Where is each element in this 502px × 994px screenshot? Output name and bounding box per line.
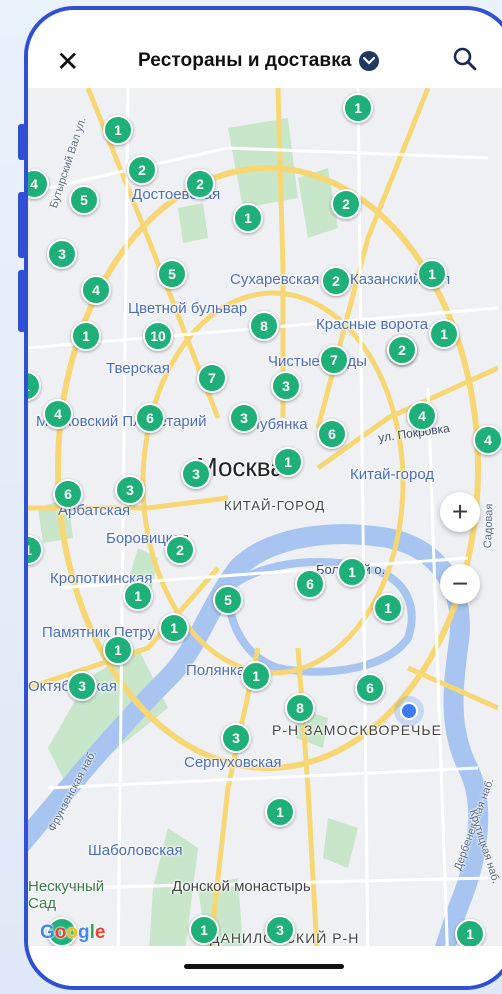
cluster-pin[interactable]: 1 — [103, 115, 133, 145]
cluster-pin[interactable]: 1 — [103, 635, 133, 665]
zoom-in-button[interactable]: + — [440, 492, 480, 532]
map-view[interactable]: Бутырский Вал ул. Достоевская Сухаревска… — [28, 88, 502, 968]
cluster-pin[interactable]: 3 — [115, 475, 145, 505]
phone-frame: ✕ Рестораны и доставка Бутырский Вал ул.… — [24, 6, 502, 990]
station-label-tsvetnoy: Цветной бульвар — [128, 300, 248, 317]
cluster-pin[interactable]: 1 — [189, 915, 219, 945]
search-icon[interactable] — [452, 46, 482, 76]
cluster-pin[interactable]: 3 — [271, 371, 301, 401]
page-title: Рестораны и доставка — [138, 50, 352, 71]
cluster-pin[interactable]: 1 — [337, 557, 367, 587]
app-header: ✕ Рестораны и доставка — [28, 10, 502, 88]
cluster-pin[interactable]: 6 — [317, 419, 347, 449]
cluster-pin[interactable]: 1 — [123, 581, 153, 611]
cluster-pin[interactable]: 4 — [43, 399, 73, 429]
cluster-pin[interactable]: 1 — [273, 447, 303, 477]
place-label-neskuchny: Нескучный Сад — [28, 878, 105, 912]
user-location-marker — [400, 702, 418, 720]
cluster-pin[interactable]: 6 — [53, 479, 83, 509]
bottom-bar — [28, 946, 502, 986]
street-label-sadovaya: Садовая — [482, 503, 496, 549]
cluster-pin[interactable]: 5 — [213, 585, 243, 615]
cluster-pin[interactable]: 7 — [319, 345, 349, 375]
place-label-pamyatnik: Памятник Петру — [42, 624, 155, 641]
cluster-pin[interactable]: 4 — [407, 401, 437, 431]
station-label-polyanka: Полянка — [186, 662, 246, 679]
cluster-pin[interactable]: 7 — [197, 363, 227, 393]
cluster-pin[interactable]: 2 — [321, 266, 351, 296]
station-label-krasnye-vorota: Красные ворота — [316, 316, 429, 333]
station-label-sukharevskaya: Сухаревская — [230, 271, 320, 288]
station-label-chistye-prudy: Чистые пруды — [268, 353, 367, 370]
cluster-pin[interactable]: 3 — [221, 723, 251, 753]
cluster-pin[interactable]: 2 — [185, 169, 215, 199]
cluster-pin[interactable]: 2 — [127, 155, 157, 185]
cluster-pin[interactable]: 1 — [241, 661, 271, 691]
cluster-pin[interactable]: 1 — [159, 613, 189, 643]
cluster-pin[interactable]: 3 — [181, 459, 211, 489]
cluster-pin[interactable]: 8 — [285, 693, 315, 723]
cluster-pin[interactable]: 1 — [455, 919, 485, 949]
station-label-tverskaya: Тверская — [106, 360, 170, 377]
cluster-pin[interactable]: 1 — [265, 797, 295, 827]
district-label-kitay-gorod: КИТАЙ-ГОРОД — [224, 498, 326, 513]
station-label-kitay-gorod: Китай-город — [350, 466, 435, 483]
cluster-pin[interactable]: 1 — [429, 319, 459, 349]
cluster-pin[interactable]: 2 — [331, 189, 361, 219]
cluster-pin[interactable]: 1 — [233, 203, 263, 233]
cluster-pin[interactable]: 8 — [249, 311, 279, 341]
title-group: Рестораны и доставка — [138, 50, 380, 72]
cluster-pin[interactable]: 1 — [417, 259, 447, 289]
cluster-pin[interactable]: 1 — [343, 93, 373, 123]
zoom-out-button[interactable]: − — [440, 564, 480, 604]
cluster-pin[interactable]: 4 — [473, 425, 502, 455]
cluster-pin[interactable]: 3 — [47, 239, 77, 269]
cluster-pin[interactable]: 5 — [157, 259, 187, 289]
cluster-pin[interactable]: 6 — [355, 673, 385, 703]
chevron-down-icon[interactable] — [359, 51, 380, 71]
station-label-shabolovskaya: Шаболовская — [88, 842, 183, 859]
home-indicator[interactable] — [184, 964, 344, 969]
place-label-donskoy: Донской монастырь — [172, 878, 311, 895]
cluster-pin[interactable]: 1 — [373, 593, 403, 623]
cluster-pin[interactable]: 3 — [67, 671, 97, 701]
station-label-serpukhovskaya: Серпуховская — [184, 754, 282, 771]
cluster-pin[interactable]: 10 — [143, 321, 173, 351]
cluster-pin[interactable]: 5 — [69, 185, 99, 215]
cluster-pin[interactable]: 2 — [165, 535, 195, 565]
cluster-pin[interactable]: 6 — [295, 569, 325, 599]
cluster-pin[interactable]: 2 — [387, 335, 417, 365]
cluster-pin[interactable]: 3 — [229, 403, 259, 433]
district-label-zamoskvorechye: Р-Н ЗАМОСКВОРЕЧЬЕ — [272, 722, 442, 738]
google-logo: Google — [40, 922, 106, 943]
cluster-pin[interactable]: 1 — [71, 321, 101, 351]
cluster-pin[interactable]: 3 — [265, 915, 295, 945]
map-base — [28, 88, 498, 968]
close-button[interactable]: ✕ — [56, 48, 79, 76]
cluster-pin[interactable]: 4 — [81, 275, 111, 305]
cluster-pin[interactable]: 6 — [135, 403, 165, 433]
